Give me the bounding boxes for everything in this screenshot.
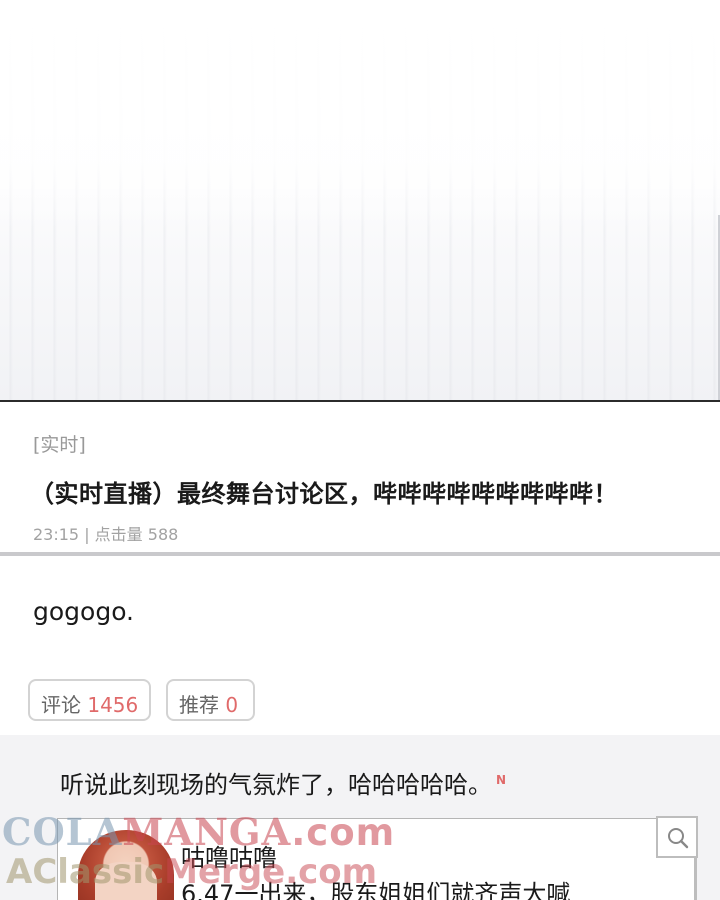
search-button[interactable] xyxy=(656,816,698,858)
comment-button-label: 评论 xyxy=(41,693,81,717)
comment-text: 听说此刻现场的气氛炸了，哈哈哈哈哈。 xyxy=(60,771,492,799)
post-body: gogogo. 评论 1456 推荐 0 xyxy=(0,560,720,735)
post-category-tag: [实时] xyxy=(33,434,86,456)
recommend-button-label: 推荐 xyxy=(179,693,219,717)
new-badge: N xyxy=(496,773,507,787)
comment-button[interactable]: 评论 1456 xyxy=(28,679,151,721)
recommend-count: 0 xyxy=(225,693,239,717)
comment-item: 听说此刻现场的气氛炸了，哈哈哈哈哈。 N xyxy=(60,765,506,800)
reply-author: 咕噜咕噜 xyxy=(181,844,277,872)
post-title[interactable]: （实时直播）最终舞台讨论区，哔哔哔哔哔哔哔哔哔！ xyxy=(30,474,618,509)
search-icon xyxy=(668,828,689,849)
reply-text: 6.47一出来，股东姐姐们就齐声大喊 xyxy=(181,880,571,900)
post-meta: 23:15 | 点击量 588 xyxy=(33,525,179,544)
post-content: gogogo. xyxy=(33,597,135,626)
stage-light-fade xyxy=(0,0,720,230)
post-header: [实时] （实时直播）最终舞台讨论区，哔哔哔哔哔哔哔哔哔！ 23:15 | 点击… xyxy=(0,400,720,556)
comment-count: 1456 xyxy=(87,693,139,717)
recommend-button[interactable]: 推荐 0 xyxy=(166,679,255,721)
avatar-face xyxy=(95,862,157,900)
